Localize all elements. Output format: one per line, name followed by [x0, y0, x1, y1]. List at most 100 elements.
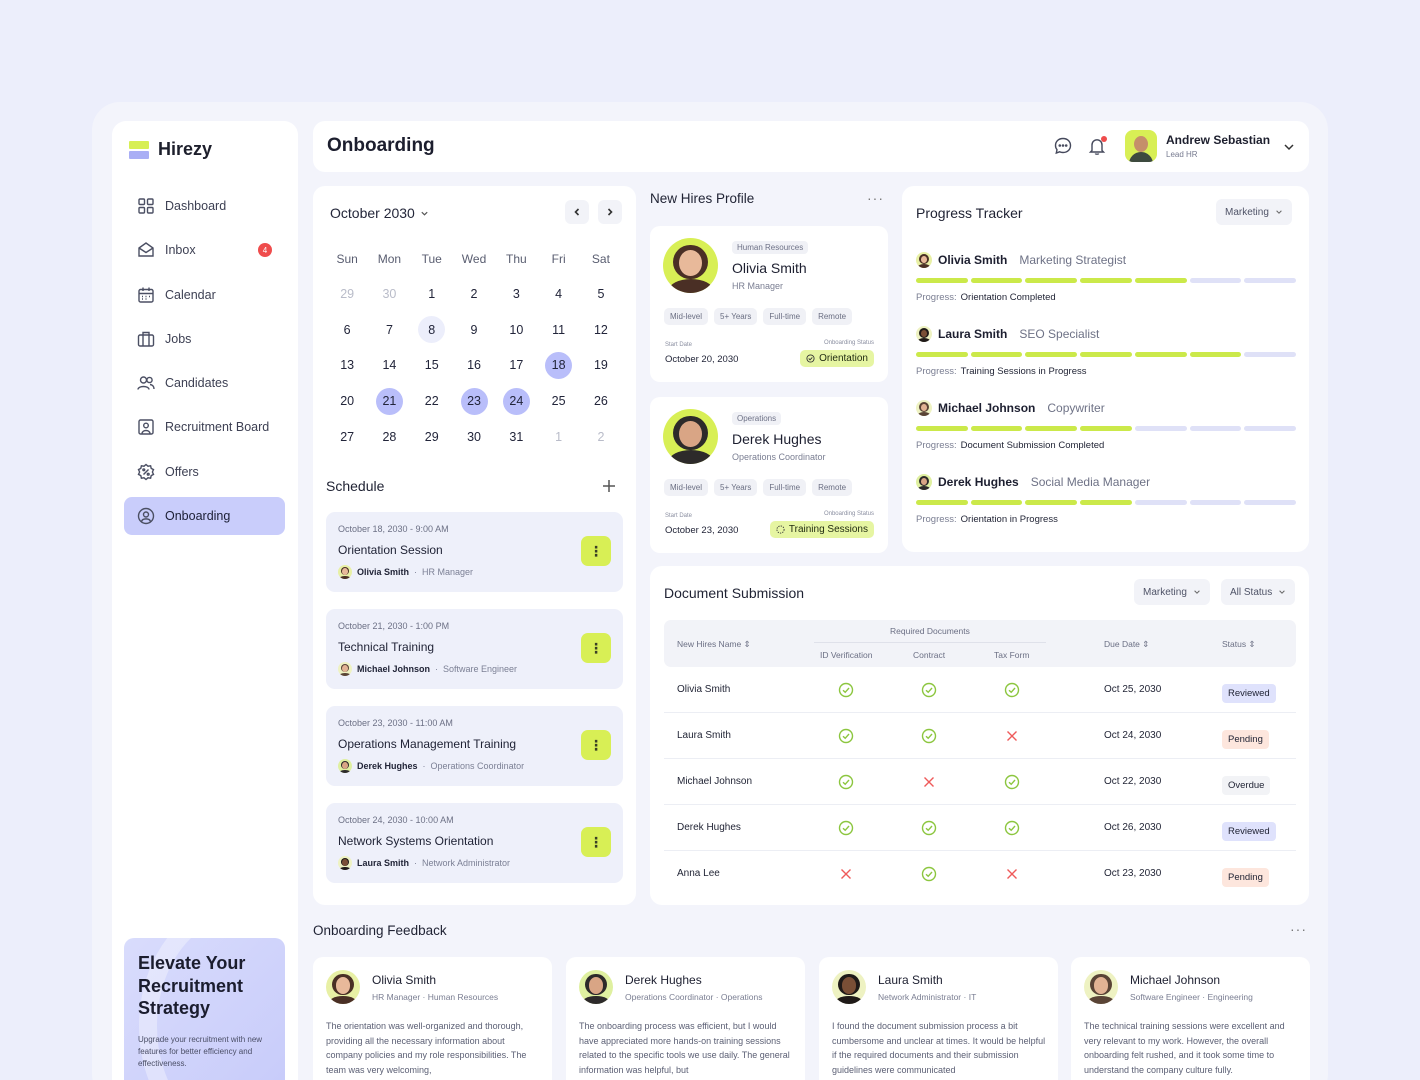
column-header-status[interactable]: Status ⇕	[1222, 639, 1256, 650]
progress-segment	[1025, 278, 1078, 283]
calendar-day[interactable]: 26	[580, 383, 622, 419]
table-row[interactable]: Laura Smith Oct 24, 2030 Pending	[664, 713, 1296, 759]
prev-month-button[interactable]	[565, 200, 589, 224]
sidebar-item-offers[interactable]: Offers	[124, 453, 285, 491]
sidebar-item-candidates[interactable]: Candidates	[124, 364, 285, 402]
contract-status	[921, 682, 937, 698]
person-role: SEO Specialist	[1019, 327, 1100, 341]
calendar-day[interactable]: 8	[411, 312, 453, 348]
calendar-day[interactable]: 30	[368, 276, 410, 312]
calendar-day[interactable]: 17	[495, 348, 537, 384]
calendar-day[interactable]: 10	[495, 312, 537, 348]
sidebar-item-jobs[interactable]: Jobs	[124, 320, 285, 358]
calendar-day[interactable]: 11	[537, 312, 579, 348]
calendar-day[interactable]: 4	[537, 276, 579, 312]
calendar-day[interactable]: 6	[326, 312, 368, 348]
next-month-button[interactable]	[598, 200, 622, 224]
calendar-day[interactable]: 18	[537, 348, 579, 384]
schedule-item[interactable]: October 23, 2030 - 11:00 AM Operations M…	[326, 706, 623, 786]
calendar-day[interactable]: 2	[453, 276, 495, 312]
table-row[interactable]: Anna Lee Oct 23, 2030 Pending	[664, 851, 1296, 897]
dropdown-value: Marketing	[1143, 586, 1187, 598]
progress-row[interactable]: Derek Hughes Social Media Manager Progre…	[916, 474, 1297, 525]
column-header-due-date[interactable]: Due Date ⇕	[1104, 639, 1149, 650]
new-hire-card[interactable]: Human Resources Olivia Smith HR Manager …	[650, 226, 888, 382]
progress-segment	[1080, 500, 1132, 505]
due-date: Oct 26, 2030	[1104, 822, 1162, 833]
avatar	[663, 238, 718, 293]
column-header-name[interactable]: New Hires Name ⇕	[677, 639, 751, 650]
calendar-day[interactable]: 5	[580, 276, 622, 312]
id-verification-status	[838, 774, 854, 790]
due-date: Oct 23, 2030	[1104, 868, 1162, 879]
feedback-card[interactable]: Michael Johnson Software Engineer · Engi…	[1071, 957, 1310, 1080]
schedule-title: Schedule	[326, 478, 385, 494]
onboarding-status-badge: Training Sessions	[769, 521, 874, 538]
calendar-day[interactable]: 31	[495, 419, 537, 455]
sidebar-item-calendar[interactable]: Calendar	[124, 276, 285, 314]
progress-segment	[1080, 426, 1132, 431]
schedule-options-button[interactable]: ⋮	[581, 827, 611, 857]
calendar-day[interactable]: 29	[411, 419, 453, 455]
calendar-day[interactable]: 25	[537, 383, 579, 419]
calendar-day[interactable]: 27	[326, 419, 368, 455]
calendar-day[interactable]: 15	[411, 348, 453, 384]
table-row[interactable]: Olivia Smith Oct 25, 2030 Reviewed	[664, 667, 1296, 713]
feedback-card[interactable]: Derek Hughes Operations Coordinator · Op…	[566, 957, 805, 1080]
sidebar-item-dashboard[interactable]: Dashboard	[124, 187, 285, 225]
month-selector[interactable]: October 2030	[330, 205, 429, 221]
feedback-name: Michael Johnson	[1130, 973, 1221, 987]
schedule-options-button[interactable]: ⋮	[581, 633, 611, 663]
chevron-down-icon[interactable]	[1283, 140, 1295, 152]
calendar-day[interactable]: 20	[326, 383, 368, 419]
schedule-item[interactable]: October 21, 2030 - 1:00 PM Technical Tra…	[326, 609, 623, 689]
calendar-day[interactable]: 7	[368, 312, 410, 348]
sidebar-item-recruitment-board[interactable]: Recruitment Board	[124, 408, 285, 446]
calendar-day[interactable]: 1	[537, 419, 579, 455]
chat-icon[interactable]	[1053, 136, 1073, 156]
feedback-card[interactable]: Olivia Smith HR Manager · Human Resource…	[313, 957, 552, 1080]
sidebar-item-onboarding[interactable]: Onboarding	[124, 497, 285, 536]
calendar-day[interactable]: 13	[326, 348, 368, 384]
status-filter-dropdown[interactable]: All Status	[1221, 579, 1296, 605]
calendar-day[interactable]: 9	[453, 312, 495, 348]
schedule-person: Michael Johnson · Software Engineer	[338, 662, 611, 676]
calendar-day[interactable]: 23	[453, 383, 495, 419]
logo[interactable]: Hirezy	[129, 139, 212, 160]
progress-filter-dropdown[interactable]: Marketing	[1216, 199, 1292, 225]
progress-row[interactable]: Michael Johnson Copywriter Progress: Docu…	[916, 400, 1297, 451]
more-options-icon[interactable]: ···	[1290, 921, 1307, 937]
calendar-day[interactable]: 19	[580, 348, 622, 384]
calendar-day[interactable]: 21	[368, 383, 410, 419]
user-menu[interactable]: Andrew Sebastian Lead HR	[1125, 130, 1270, 162]
calendar-day[interactable]: 14	[368, 348, 410, 384]
table-row[interactable]: Michael Johnson Oct 22, 2030 Overdue	[664, 759, 1296, 805]
department-filter-dropdown[interactable]: Marketing	[1134, 579, 1210, 605]
calendar-day[interactable]: 22	[411, 383, 453, 419]
schedule-item[interactable]: October 24, 2030 - 10:00 AM Network Syst…	[326, 803, 623, 883]
schedule-options-button[interactable]: ⋮	[581, 730, 611, 760]
calendar-day[interactable]: 2	[580, 419, 622, 455]
schedule-options-button[interactable]: ⋮	[581, 536, 611, 566]
more-options-icon[interactable]: ···	[867, 190, 884, 206]
calendar-day[interactable]: 16	[453, 348, 495, 384]
calendar-day[interactable]: 28	[368, 419, 410, 455]
calendar-day[interactable]: 30	[453, 419, 495, 455]
upgrade-promo[interactable]: Elevate Your Recruitment Strategy Upgrad…	[124, 938, 285, 1080]
onboarding-status-label: Onboarding Status	[823, 511, 874, 517]
schedule-item[interactable]: October 18, 2030 - 9:00 AM Orientation S…	[326, 512, 623, 592]
calendar-day[interactable]: 3	[495, 276, 537, 312]
feedback-card[interactable]: Laura Smith Network Administrator · IT I…	[819, 957, 1058, 1080]
calendar-day[interactable]: 1	[411, 276, 453, 312]
calendar-day[interactable]: 12	[580, 312, 622, 348]
sidebar-item-inbox[interactable]: Inbox 4	[124, 231, 285, 269]
calendar-day[interactable]: 24	[495, 383, 537, 419]
calendar-day[interactable]: 29	[326, 276, 368, 312]
add-schedule-button[interactable]	[601, 478, 617, 494]
notification-bell-icon[interactable]	[1087, 136, 1107, 156]
new-hire-card[interactable]: Operations Derek Hughes Operations Coord…	[650, 397, 888, 553]
progress-row[interactable]: Olivia Smith Marketing Strategist Progre…	[916, 252, 1297, 303]
table-row[interactable]: Derek Hughes Oct 26, 2030 Reviewed	[664, 805, 1296, 851]
user-name: Andrew Sebastian	[1166, 133, 1271, 147]
progress-row[interactable]: Laura Smith SEO Specialist Progress: Trai…	[916, 326, 1297, 377]
